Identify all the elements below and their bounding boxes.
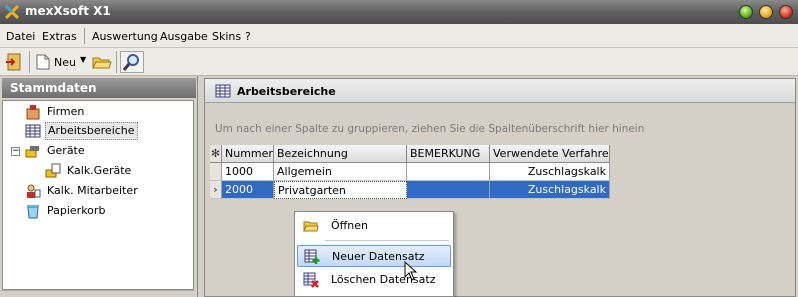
context-item-new-record[interactable]: Neuer Datensatz xyxy=(297,245,451,267)
open-folder-icon xyxy=(92,57,112,69)
menu-extras[interactable]: Extras xyxy=(42,30,77,43)
folder-open-icon xyxy=(303,221,319,232)
grid-indicator-header[interactable]: ✻ xyxy=(210,145,222,163)
table-cell[interactable]: Zuschlagskalk xyxy=(490,181,610,199)
toolbar-separator xyxy=(29,51,30,73)
table-row-selected[interactable]: › 2000 Privatgarten Zuschlagskalk xyxy=(210,181,610,199)
menu-separator xyxy=(84,28,85,44)
sidebar-item-label: Kalk. Mitarbeiter xyxy=(47,184,138,197)
open-button[interactable] xyxy=(90,51,112,73)
tree-collapse-toggle[interactable]: − xyxy=(11,147,20,156)
sidebar: Stammdaten Firmen Arbeitsbereiche − Gerä… xyxy=(0,76,198,297)
exit-icon xyxy=(6,53,21,71)
employee-icon xyxy=(27,184,41,198)
menu-datei[interactable]: Datei xyxy=(6,30,35,43)
search-button[interactable] xyxy=(120,51,144,73)
column-header-bezeichnung[interactable]: Bezeichnung xyxy=(274,145,407,163)
sidebar-item-label: Papierkorb xyxy=(47,204,106,217)
new-record-icon xyxy=(304,249,320,264)
main-title: Arbeitsbereiche xyxy=(237,85,336,98)
table-cell[interactable] xyxy=(407,163,490,181)
grid-header-row: ✻ Nummer Bezeichnung BEMERKUNG Verwendet… xyxy=(210,145,610,163)
maximize-button[interactable] xyxy=(739,5,753,19)
table-cell[interactable]: 2000 xyxy=(222,181,274,199)
table-cell[interactable]: Zuschlagskalk xyxy=(490,163,610,181)
menu-bar: Datei Extras Auswertung Ausgabe Skins ? xyxy=(0,24,798,48)
table-cell[interactable] xyxy=(407,181,490,199)
table-icon xyxy=(215,84,231,98)
menu-skins[interactable]: Skins xyxy=(212,30,241,43)
table-icon xyxy=(25,124,41,138)
title-bar: mexXsoft X1 xyxy=(0,0,798,24)
sidebar-item-label: Arbeitsbereiche xyxy=(45,122,138,140)
row-indicator[interactable]: › xyxy=(210,181,222,199)
mouse-cursor-icon xyxy=(404,261,418,281)
sidebar-item-label: Firmen xyxy=(47,105,85,118)
table-cell-focused[interactable]: Privatgarten xyxy=(274,181,407,199)
sidebar-splitter[interactable] xyxy=(2,290,194,297)
context-item-label: Löschen Datensatz xyxy=(331,273,436,286)
sidebar-item-label: Kalk.Geräte xyxy=(67,164,132,177)
table-cell[interactable]: Allgemein xyxy=(274,163,407,181)
context-menu: Öffnen Neuer Datensatz Löschen Datensatz xyxy=(294,211,454,297)
minimize-button[interactable] xyxy=(759,5,773,19)
company-icon xyxy=(26,105,40,120)
new-button[interactable]: Neu ▼ xyxy=(34,51,88,73)
new-button-label: Neu xyxy=(54,56,76,69)
main-panel: Arbeitsbereiche Um nach einer Spalte zu … xyxy=(200,76,798,297)
context-item-label: Öffnen xyxy=(331,219,368,232)
table-row[interactable]: 1000 Allgemein Zuschlagskalk xyxy=(210,163,610,181)
main-header: Arbeitsbereiche xyxy=(205,79,795,103)
sidebar-tree[interactable]: Firmen Arbeitsbereiche − Geräte Kalk.Ger… xyxy=(2,100,194,290)
sidebar-item-label: Geräte xyxy=(47,144,85,157)
trash-icon xyxy=(27,205,39,219)
context-item-open[interactable]: Öffnen xyxy=(297,215,451,237)
column-header-bemerkung[interactable]: BEMERKUNG xyxy=(407,145,490,163)
chevron-down-icon[interactable]: ▼ xyxy=(80,55,86,64)
delete-record-icon xyxy=(303,272,319,288)
window-title: mexXsoft X1 xyxy=(25,4,111,18)
sidebar-title: Stammdaten xyxy=(2,78,196,98)
mexxsoft-logo-icon xyxy=(5,5,19,19)
column-header-nummer[interactable]: Nummer xyxy=(222,145,274,163)
main-frame: Arbeitsbereiche Um nach einer Spalte zu … xyxy=(204,78,796,297)
calc-devices-icon xyxy=(45,163,61,178)
devices-icon xyxy=(25,146,39,158)
context-item-delete-record[interactable]: Löschen Datensatz xyxy=(297,269,451,291)
menu-help[interactable]: ? xyxy=(245,30,251,43)
table-cell[interactable]: 1000 xyxy=(222,163,274,181)
search-icon xyxy=(122,54,139,71)
data-grid[interactable]: ✻ Nummer Bezeichnung BEMERKUNG Verwendet… xyxy=(210,145,610,199)
toolbar-separator xyxy=(116,51,117,73)
menu-auswertung[interactable]: Auswertung xyxy=(92,30,158,43)
toolbar: Neu ▼ xyxy=(0,48,798,76)
column-header-verfahren[interactable]: Verwendete Verfahren xyxy=(490,145,610,163)
group-by-area[interactable]: Um nach einer Spalte zu gruppieren, zieh… xyxy=(215,123,644,135)
menu-ausgabe[interactable]: Ausgabe xyxy=(160,30,208,43)
row-indicator[interactable] xyxy=(210,163,222,181)
new-document-icon xyxy=(36,54,50,70)
context-separator xyxy=(325,240,449,241)
close-button[interactable] xyxy=(779,5,793,19)
exit-button[interactable] xyxy=(4,51,26,73)
